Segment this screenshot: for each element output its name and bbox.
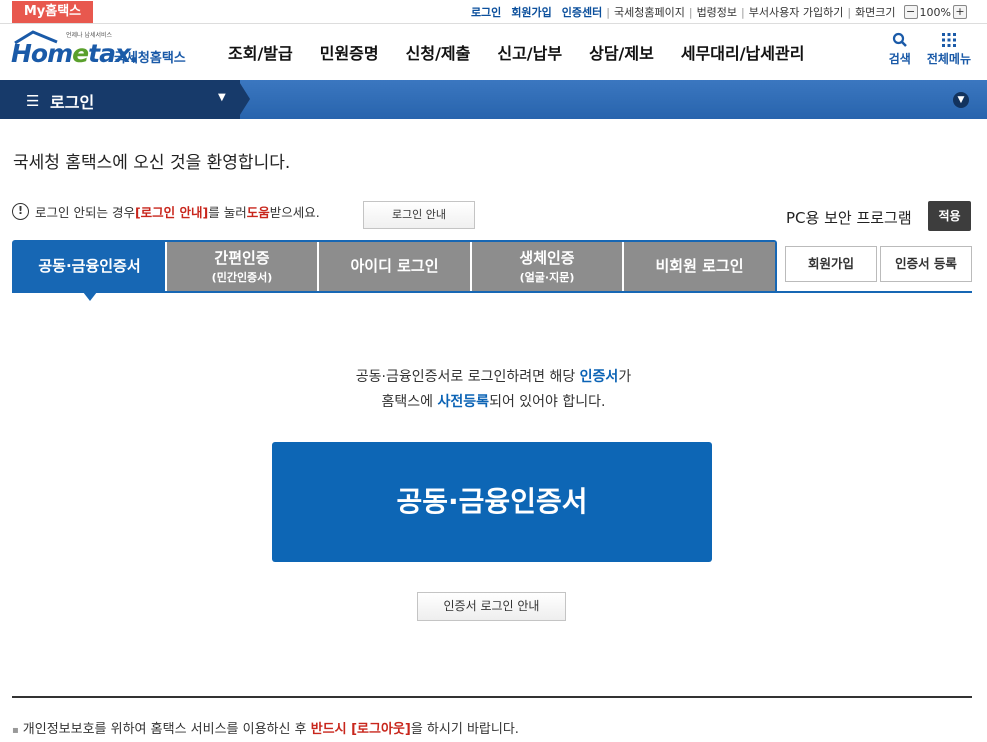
login-help-row: ! 로그인 안되는 경우 [로그인 안내] 를 눌러 도움 받으세요. [12, 202, 320, 221]
all-menu-label: 전체메뉴 [926, 52, 971, 66]
login-guide-button[interactable]: 로그인 안내 [363, 201, 475, 229]
zoom-value: 100% [919, 5, 951, 19]
help-text-pre: 로그인 안되는 경우 [35, 205, 135, 220]
tab-underline [14, 291, 972, 293]
description-highlight: 인증서 [579, 369, 619, 385]
nts-homepage-link[interactable]: 국세청홈페이지 [614, 4, 685, 20]
search-icon [892, 32, 907, 47]
tab-label: 비회원 로그인 [655, 257, 744, 275]
join-button[interactable]: 회원가입 [785, 246, 877, 282]
notice-emphasis: 반드시 [로그아웃] [310, 722, 411, 737]
tab-simple-auth[interactable]: 간편인증 (민간인증서) [167, 242, 317, 292]
cert-register-button[interactable]: 인증서 등록 [880, 246, 972, 282]
caret-down-icon[interactable]: ▼ [218, 92, 226, 103]
all-menu-button[interactable]: 전체메뉴 [927, 32, 971, 67]
my-hometax-button[interactable]: My홈택스 [12, 1, 93, 23]
divider: | [688, 5, 693, 19]
main-menu: 조회/발급 민원증명 신청/제출 신고/납부 상담/제보 세무대리/납세관리 [228, 24, 831, 80]
description-text: 홈택스에 [381, 394, 438, 410]
joint-financial-cert-login-button[interactable]: 공동·금융인증서 [272, 442, 712, 562]
description-highlight: 사전등록 [437, 394, 490, 410]
description-text: 가 [618, 369, 632, 385]
tab-biometric[interactable]: 생체인증 (얼굴·지문) [472, 242, 622, 292]
cert-login-guide-button[interactable]: 인증서 로그인 안내 [417, 592, 566, 621]
tab-sublabel: (민간인증서) [211, 271, 273, 284]
divider: | [847, 5, 852, 19]
welcome-heading: 국세청 홈택스에 오신 것을 환영합니다. [13, 153, 291, 173]
dept-user-signup-link[interactable]: 부서사용자 가입하기 [749, 4, 844, 20]
notice-text: 개인정보보호를 위하여 홈택스 서비스를 이용하신 후 [22, 722, 311, 737]
location-navbar: ☰ 로그인 ▼ ▼ [0, 80, 987, 119]
law-info-link[interactable]: 법령정보 [697, 4, 737, 20]
grid-menu-icon [941, 33, 956, 47]
tab-non-member-login[interactable]: 비회원 로그인 [624, 242, 775, 292]
menu-item-consult[interactable]: 상담/제보 [589, 40, 654, 64]
tab-sublabel: (얼굴·지문) [519, 271, 575, 284]
help-text-post: 받으세요. [269, 205, 320, 220]
zoom-label: 화면크기 [855, 6, 896, 19]
tab-label: 간편인증 [214, 249, 270, 267]
menu-item-application[interactable]: 신청/제출 [406, 40, 471, 64]
help-text-mid: 를 눌러 [208, 205, 247, 220]
tab-id-login[interactable]: 아이디 로그인 [319, 242, 470, 292]
description-text: 공동·금융인증서로 로그인하려면 해당 [355, 369, 580, 385]
zoom-out-button[interactable]: − [903, 5, 918, 19]
logo-subtitle: 국세청홈택스 [114, 51, 186, 66]
zoom-in-button[interactable]: + [953, 5, 967, 19]
bullet-icon: ▪ [12, 725, 19, 736]
header-icons: 검색 전체메뉴 [873, 32, 971, 67]
utility-links: 로그인 회원가입 인증센터 | 국세청홈페이지 | 법령정보 | 부서사용자 가… [461, 0, 969, 24]
search-button[interactable]: 검색 [889, 32, 911, 67]
description-line-2: 홈택스에 사전등록되어 있어야 합니다. [0, 390, 987, 415]
signup-link[interactable]: 회원가입 [511, 4, 551, 20]
cert-center-link[interactable]: 인증센터 [562, 4, 602, 20]
chevron-down-circle-icon[interactable]: ▼ [953, 92, 969, 108]
menu-item-tax-agent[interactable]: 세무대리/납세관리 [681, 40, 805, 64]
bottom-divider [12, 696, 972, 698]
tab-label: 생체인증 [519, 249, 575, 267]
help-link-login-guide: [로그인 안내] [134, 205, 209, 220]
logo-wordmark-e: e [72, 39, 89, 68]
divider: | [741, 5, 745, 19]
notice-text: 을 하시기 바랍니다. [410, 722, 519, 737]
login-link[interactable]: 로그인 [471, 4, 501, 20]
location-arrow [238, 80, 250, 118]
logo-tagline: 언제나 납세서비스 [66, 32, 113, 39]
location-title: 로그인 [50, 93, 95, 112]
description-line-1: 공동·금융인증서로 로그인하려면 해당 인증서가 [0, 365, 987, 390]
divider: | [606, 5, 610, 19]
tab-label: 아이디 로그인 [350, 257, 439, 275]
hamburger-icon: ☰ [26, 92, 40, 110]
privacy-notice: ▪ 개인정보보호를 위하여 홈택스 서비스를 이용하신 후 반드시 [로그아웃]을… [12, 718, 519, 737]
help-text-help: 도움 [246, 205, 270, 220]
site-header: 언제나 납세서비스 Hometax. 국세청홈택스 조회/발급 민원증명 신청/… [0, 24, 987, 80]
cert-login-description: 공동·금융인증서로 로그인하려면 해당 인증서가 홈택스에 사전등록되어 있어야… [0, 365, 987, 415]
hometax-logo[interactable]: 언제나 납세서비스 Hometax. 국세청홈택스 [11, 30, 196, 70]
pc-security-label: PC용 보안 프로그램 [786, 209, 912, 227]
tab-joint-financial-cert[interactable]: 공동·금융인증서 [14, 242, 165, 292]
logo-wordmark-home: Hom [11, 39, 73, 68]
menu-item-inquiry[interactable]: 조회/발급 [228, 40, 293, 64]
active-tab-pointer [83, 292, 97, 301]
security-apply-button[interactable]: 적용 [928, 201, 971, 231]
menu-item-report-payment[interactable]: 신고/납부 [497, 40, 562, 64]
search-label: 검색 [888, 52, 911, 66]
description-text: 되어 있어야 합니다. [489, 394, 606, 410]
exclamation-icon: ! [12, 203, 29, 220]
tab-label: 공동·금융인증서 [38, 257, 141, 275]
top-utility-bar: My홈택스 로그인 회원가입 인증센터 | 국세청홈페이지 | 법령정보 | 부… [0, 0, 987, 24]
menu-item-certificate[interactable]: 민원증명 [320, 40, 379, 64]
